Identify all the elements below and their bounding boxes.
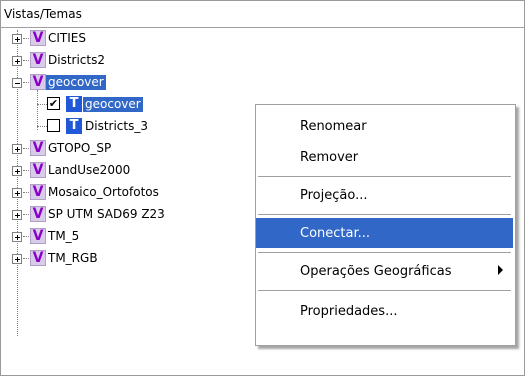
expand-icon[interactable]	[12, 210, 22, 220]
expand-icon[interactable]	[12, 232, 22, 242]
collapse-icon[interactable]	[12, 78, 22, 88]
menu-separator	[258, 290, 511, 291]
tree-node-label[interactable]: LandUse2000	[46, 163, 132, 178]
expand-icon[interactable]	[12, 56, 22, 66]
context-menu: Renomear Remover Projeção... Conectar...…	[255, 104, 516, 346]
tree-node-label[interactable]: geocover	[83, 97, 143, 112]
menu-item-renomear[interactable]: Renomear	[256, 111, 513, 141]
menu-item-propriedades[interactable]: Propriedades...	[256, 296, 513, 326]
tree-node-label[interactable]: SP UTM SAD69 Z23	[46, 207, 167, 222]
menu-item-label: Remover	[300, 150, 359, 165]
menu-separator	[258, 214, 511, 215]
tree-node-label[interactable]: Districts2	[46, 53, 107, 68]
menu-item-label: Renomear	[300, 119, 367, 134]
view-icon: V	[30, 250, 46, 266]
menu-item-label: Operações Geográficas	[300, 264, 452, 279]
menu-item-conectar[interactable]: Conectar...	[256, 218, 513, 248]
view-icon: V	[30, 30, 46, 46]
view-icon: V	[30, 228, 46, 244]
expand-icon[interactable]	[12, 166, 22, 176]
menu-item-projecao[interactable]: Projeção...	[256, 180, 513, 210]
view-icon: V	[30, 206, 46, 222]
view-icon: V	[30, 140, 46, 156]
submenu-arrow-icon	[498, 265, 503, 275]
tree-node-label[interactable]: Districts_3	[83, 119, 150, 134]
view-icon: V	[30, 52, 46, 68]
menu-separator	[258, 176, 511, 177]
views-themes-panel: Vistas/Temas V CITIES V Districts2 V geo…	[0, 0, 525, 376]
menu-item-remover[interactable]: Remover	[256, 142, 513, 172]
theme-icon: T	[66, 118, 82, 134]
theme-icon: T	[66, 96, 82, 112]
tree-node-label[interactable]: GTOPO_SP	[46, 141, 113, 156]
menu-item-label: Propriedades...	[300, 304, 398, 319]
expand-icon[interactable]	[12, 144, 22, 154]
tree-node-districts2[interactable]: V Districts2	[1, 50, 524, 72]
tree-node-label[interactable]: CITIES	[46, 31, 88, 46]
visibility-checkbox[interactable]	[47, 119, 60, 132]
expand-icon[interactable]	[12, 188, 22, 198]
tree-node-label[interactable]: TM_RGB	[46, 251, 100, 266]
tree-node-label[interactable]: Mosaico_Ortofotos	[46, 185, 161, 200]
tree-node-label[interactable]: geocover	[46, 75, 106, 90]
view-icon: V	[30, 74, 46, 90]
expand-icon[interactable]	[12, 34, 22, 44]
visibility-checkbox[interactable]: ✔	[47, 97, 60, 110]
panel-title: Vistas/Temas	[4, 7, 82, 21]
view-icon: V	[30, 184, 46, 200]
panel-header: Vistas/Temas	[1, 1, 524, 28]
view-icon: V	[30, 162, 46, 178]
expand-icon[interactable]	[12, 254, 22, 264]
menu-item-operacoes-geograficas[interactable]: Operações Geográficas	[256, 256, 513, 286]
tree-node-label[interactable]: TM_5	[46, 229, 81, 244]
menu-item-label: Projeção...	[300, 188, 368, 203]
menu-separator	[258, 252, 511, 253]
menu-item-label: Conectar...	[300, 226, 371, 241]
tree-node-geocover[interactable]: V geocover	[1, 72, 524, 94]
tree-node-cities[interactable]: V CITIES	[1, 28, 524, 50]
